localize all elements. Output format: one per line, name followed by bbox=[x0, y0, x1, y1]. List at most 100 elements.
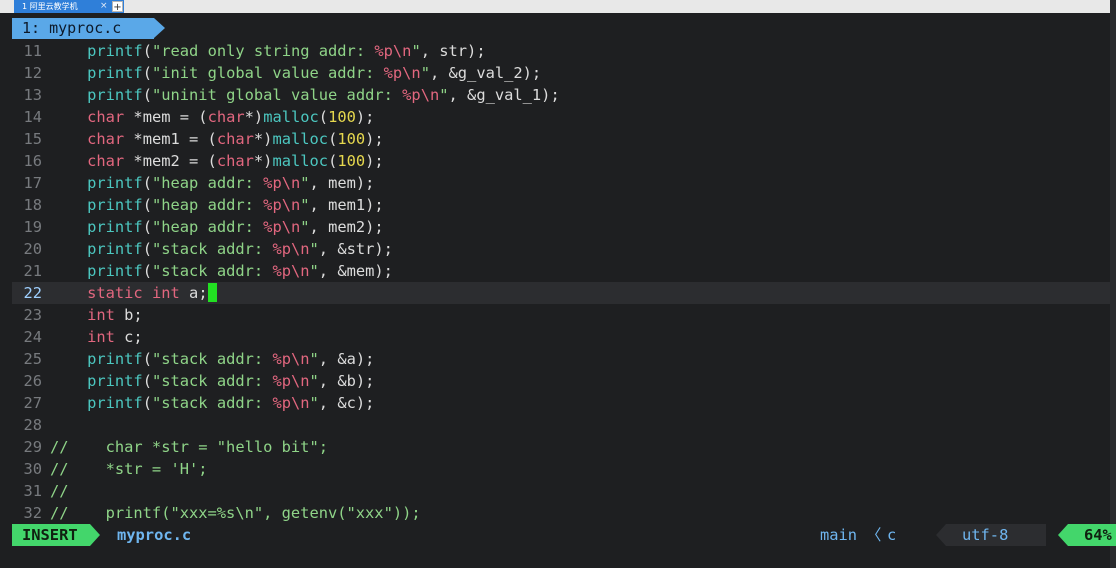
code-token: , str); bbox=[420, 42, 486, 60]
code-text: printf("stack addr: %p\n", &a); bbox=[50, 348, 374, 370]
code-token: , &c); bbox=[318, 394, 375, 412]
code-token: printf bbox=[87, 42, 143, 60]
code-token: "heap addr: bbox=[151, 218, 264, 236]
code-text: printf("stack addr: %p\n", &str); bbox=[50, 238, 393, 260]
code-token: *) bbox=[253, 152, 273, 170]
status-filename: myproc.c bbox=[117, 526, 192, 544]
code-token: int bbox=[87, 328, 115, 346]
code-text: // bbox=[50, 480, 69, 502]
code-line[interactable]: 19 printf("heap addr: %p\n", mem2); bbox=[12, 216, 1110, 238]
code-line[interactable]: 14 char *mem = (char*)malloc(100); bbox=[12, 106, 1110, 128]
code-line[interactable]: 17 printf("heap addr: %p\n", mem); bbox=[12, 172, 1110, 194]
code-token: ( bbox=[142, 196, 152, 214]
code-line[interactable]: 18 printf("heap addr: %p\n", mem1); bbox=[12, 194, 1110, 216]
code-line[interactable]: 23 int b; bbox=[12, 304, 1110, 326]
code-token: " bbox=[420, 64, 430, 82]
code-token: %p\n bbox=[383, 64, 421, 82]
code-token: " bbox=[300, 196, 310, 214]
code-text: char *mem2 = (char*)malloc(100); bbox=[50, 150, 384, 172]
terminal-tab[interactable]: 1 阿里云教学机 × bbox=[14, 0, 124, 13]
code-line[interactable]: 28 bbox=[12, 414, 1110, 436]
code-token: %p\n bbox=[402, 86, 440, 104]
code-text: int b; bbox=[50, 304, 143, 326]
code-line[interactable]: 32 // printf("xxx=%s\n", getenv("xxx")); bbox=[12, 502, 1110, 524]
code-line[interactable]: 26 printf("stack addr: %p\n", &b); bbox=[12, 370, 1110, 392]
code-line-current[interactable]: 22 static int a; bbox=[12, 282, 1110, 304]
code-line[interactable]: 16 char *mem2 = (char*)malloc(100); bbox=[12, 150, 1110, 172]
code-token: "stack addr: bbox=[151, 240, 273, 258]
line-number: 14 bbox=[23, 108, 42, 126]
code-token: %p\n bbox=[272, 372, 310, 390]
code-line[interactable]: 13 printf("uninit global value addr: %p\… bbox=[12, 84, 1110, 106]
code-text: printf("read only string addr: %p\n", st… bbox=[50, 40, 486, 62]
code-line[interactable]: 29 // char *str = "hello bit"; bbox=[12, 436, 1110, 458]
line-number: 31 bbox=[23, 482, 42, 500]
code-token: ); bbox=[365, 152, 384, 170]
code-line[interactable]: 11 printf("read only string addr: %p\n",… bbox=[12, 40, 1110, 62]
code-token: "read only string addr: bbox=[151, 42, 375, 60]
code-token: *mem2 = ( bbox=[124, 152, 217, 170]
code-token: " bbox=[309, 372, 319, 390]
code-token: a; bbox=[179, 284, 208, 302]
code-token: ( bbox=[142, 174, 152, 192]
line-number: 13 bbox=[23, 86, 42, 104]
code-token: printf bbox=[87, 86, 143, 104]
code-token: %p\n bbox=[263, 174, 301, 192]
code-text: // char *str = "hello bit"; bbox=[50, 436, 328, 458]
code-token: " bbox=[300, 218, 310, 236]
code-token: // printf("xxx=%s\n", getenv("xxx")); bbox=[50, 504, 421, 522]
code-line[interactable]: 21 printf("stack addr: %p\n", &mem); bbox=[12, 260, 1110, 282]
code-token: "heap addr: bbox=[151, 196, 264, 214]
line-number: 11 bbox=[23, 42, 42, 60]
code-token: " bbox=[309, 262, 319, 280]
code-token: %p\n bbox=[272, 240, 310, 258]
code-token: %p\n bbox=[272, 262, 310, 280]
code-token: *) bbox=[244, 108, 264, 126]
code-token: printf bbox=[87, 196, 143, 214]
vim-tab-arrow bbox=[154, 18, 165, 38]
code-token: printf bbox=[87, 64, 143, 82]
code-line[interactable]: 15 char *mem1 = (char*)malloc(100); bbox=[12, 128, 1110, 150]
code-text: static int a; bbox=[50, 282, 217, 304]
code-line[interactable]: 24 int c; bbox=[12, 326, 1110, 348]
close-icon[interactable]: × bbox=[100, 0, 108, 13]
code-editor[interactable]: 11 printf("read only string addr: %p\n",… bbox=[12, 40, 1116, 522]
line-number: 29 bbox=[23, 438, 42, 456]
line-number: 28 bbox=[23, 416, 42, 434]
code-line[interactable]: 30 // *str = 'H'; bbox=[12, 458, 1110, 480]
code-token: %p\n bbox=[374, 42, 412, 60]
line-number: 24 bbox=[23, 328, 42, 346]
status-branch: main bbox=[820, 526, 858, 544]
code-token: ( bbox=[142, 372, 152, 390]
code-token: " bbox=[439, 86, 449, 104]
code-line[interactable]: 12 printf("init global value addr: %p\n"… bbox=[12, 62, 1110, 84]
code-token: b; bbox=[114, 306, 143, 324]
vim-tab-active[interactable]: 1: myproc.c bbox=[12, 18, 154, 39]
line-number: 27 bbox=[23, 394, 42, 412]
code-text: printf("stack addr: %p\n", &mem); bbox=[50, 260, 393, 282]
add-tab-icon[interactable]: + bbox=[112, 1, 123, 13]
code-text: int c; bbox=[50, 326, 143, 348]
code-token: ( bbox=[142, 86, 152, 104]
code-line[interactable]: 27 printf("stack addr: %p\n", &c); bbox=[12, 392, 1110, 414]
code-line[interactable]: 20 printf("stack addr: %p\n", &str); bbox=[12, 238, 1110, 260]
code-token: , &b); bbox=[318, 372, 375, 390]
code-line[interactable]: 31 // bbox=[12, 480, 1110, 502]
code-token: %p\n bbox=[263, 196, 301, 214]
code-line[interactable]: 25 printf("stack addr: %p\n", &a); bbox=[12, 348, 1110, 370]
code-token: " bbox=[309, 394, 319, 412]
code-token: static bbox=[87, 284, 143, 302]
code-token: // bbox=[50, 482, 69, 500]
code-token: // char *str = "hello bit"; bbox=[50, 438, 328, 456]
code-token: printf bbox=[87, 174, 143, 192]
mode-arrow bbox=[90, 524, 100, 546]
status-percent: 64% bbox=[1068, 524, 1116, 546]
mode-indicator: INSERT bbox=[12, 524, 90, 546]
code-token: printf bbox=[87, 394, 143, 412]
line-number: 23 bbox=[23, 306, 42, 324]
